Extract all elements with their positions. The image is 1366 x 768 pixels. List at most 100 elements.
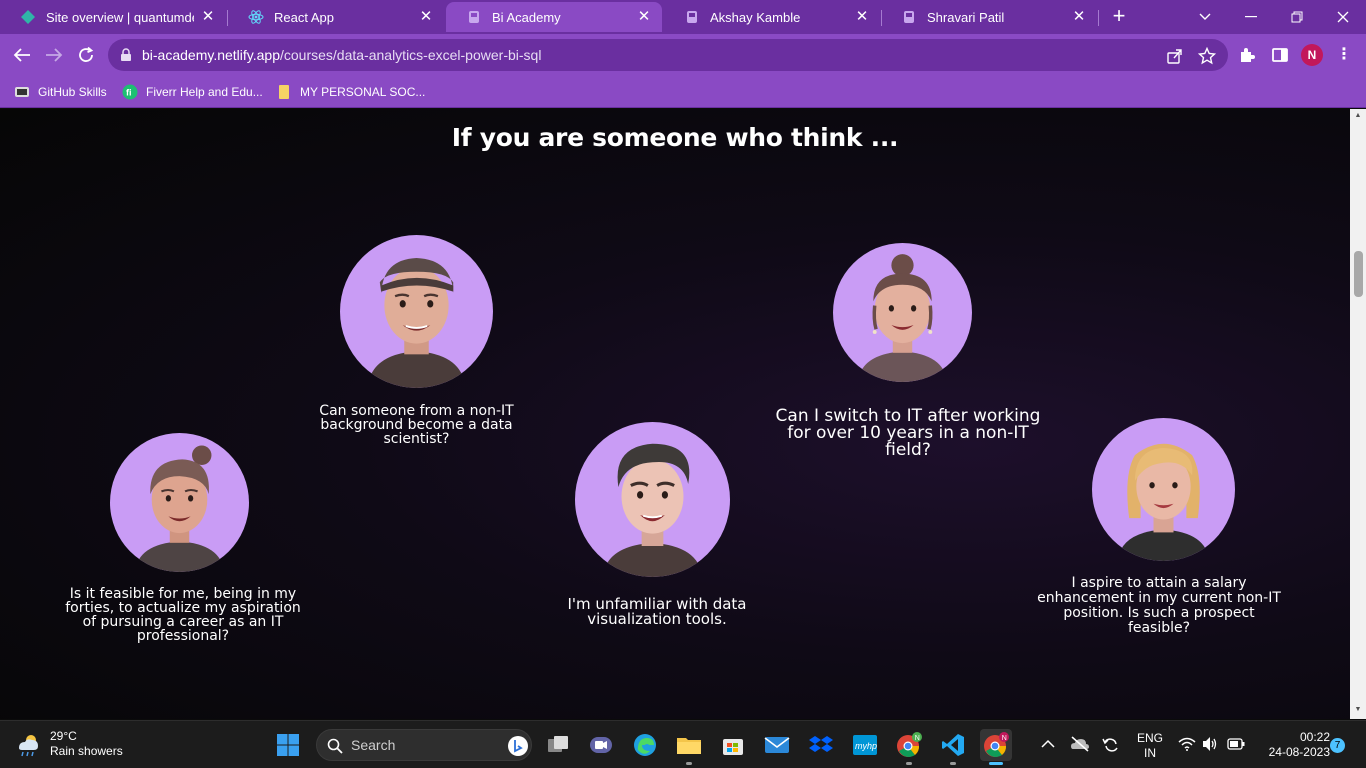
tab-title: React App (274, 9, 334, 25)
vscode-button[interactable] (937, 729, 969, 765)
arrow-left-icon (13, 48, 30, 62)
chevron-up-icon[interactable] (1041, 739, 1055, 749)
bookmark-label: GitHub Skills (38, 85, 107, 99)
bookmark-github-skills[interactable]: GitHub Skills (14, 82, 107, 102)
microsoft-store-button[interactable] (717, 729, 749, 761)
dropbox-icon (809, 736, 833, 752)
restore-button[interactable] (1284, 4, 1310, 30)
close-tab-icon[interactable]: ✕ (636, 9, 652, 25)
close-tab-icon[interactable]: ✕ (418, 9, 434, 25)
bookmarks-bar: GitHub Skills fi Fiverr Help and Edu... … (0, 76, 1366, 108)
edge-browser-button[interactable] (629, 729, 661, 761)
url-host: bi-academy.netlify.app (142, 47, 280, 63)
avatar-man-with-cap (340, 235, 493, 388)
folder-icon (677, 738, 701, 754)
folder-icon (279, 85, 289, 99)
mail-button[interactable] (761, 729, 793, 761)
tab-title: Bi Academy (492, 9, 561, 25)
new-tab-button[interactable]: + (1108, 5, 1130, 28)
star-bookmark-icon[interactable] (1198, 47, 1216, 65)
bookmark-label: MY PERSONAL SOC... (300, 85, 426, 99)
myhp-button[interactable]: myhp (849, 729, 881, 761)
close-tab-icon[interactable]: ✕ (1071, 9, 1087, 25)
url-path: /courses/data-analytics-excel-power-bi-s… (280, 47, 542, 63)
rain-cloud-icon (19, 735, 38, 757)
edge-icon (634, 734, 656, 756)
lock-icon[interactable] (120, 48, 132, 62)
teams-chat-button[interactable] (585, 729, 617, 761)
myhp-icon: myhp (853, 735, 877, 755)
avatar-man-with-topknot (110, 433, 249, 572)
tab-title: Akshay Kamble (710, 9, 801, 25)
tab-search-chevron-icon[interactable] (1192, 4, 1218, 30)
mail-icon (764, 737, 790, 753)
weather-widget[interactable]: 29°C Rain showers (14, 729, 123, 759)
bi-academy-icon (469, 11, 479, 23)
address-bar[interactable]: bi-academy.netlify.app/courses/data-anal… (108, 39, 1228, 71)
tab-react-app[interactable]: React App ✕ (228, 2, 444, 32)
tab-title: Site overview | quantumdesig (46, 9, 194, 25)
tab-bi-academy[interactable]: Bi Academy ✕ (446, 2, 662, 32)
reload-button[interactable] (74, 43, 98, 67)
windows-logo-icon (277, 734, 299, 756)
start-button[interactable] (272, 729, 304, 761)
taskbar-search-box[interactable]: Search (316, 729, 532, 761)
tab-separator (1098, 10, 1099, 26)
system-clock[interactable]: 00:22 24-08-2023 (1254, 730, 1330, 760)
lang-bottom: IN (1144, 746, 1156, 760)
volume-icon[interactable] (1201, 736, 1219, 752)
bi-academy-icon (904, 11, 914, 23)
scroll-up-arrow-icon[interactable]: ▲ (1354, 112, 1362, 119)
close-tab-icon[interactable]: ✕ (854, 9, 870, 25)
browser-menu-icon[interactable]: ⋮ (1336, 46, 1352, 64)
bookmark-label: Fiverr Help and Edu... (146, 85, 263, 99)
side-panel-icon[interactable] (1271, 46, 1289, 64)
forward-button[interactable] (42, 43, 66, 67)
extensions-puzzle-icon[interactable] (1238, 46, 1256, 64)
chrome-profile-button[interactable]: N (893, 729, 925, 765)
bookmark-personal-folder[interactable]: MY PERSONAL SOC... (276, 82, 425, 102)
scroll-down-arrow-icon[interactable]: ▼ (1354, 706, 1362, 713)
reload-icon (79, 46, 94, 62)
file-explorer-button[interactable] (673, 729, 705, 765)
close-window-button[interactable] (1330, 4, 1356, 30)
battery-icon[interactable] (1227, 738, 1245, 750)
chrome-icon: N (984, 732, 1009, 757)
dropbox-button[interactable] (805, 729, 837, 761)
share-icon[interactable] (1166, 47, 1184, 65)
onedrive-offline-icon[interactable] (1070, 736, 1090, 752)
avatar-young-man (575, 422, 730, 577)
task-view-button[interactable] (542, 729, 574, 761)
language-indicator[interactable]: ENG IN (1137, 731, 1163, 761)
task-view-icon (548, 736, 568, 752)
tab-strip: Site overview | quantumdesig ✕ React App… (0, 0, 1366, 34)
chrome-active-button[interactable]: N (980, 729, 1012, 765)
search-placeholder: Search (351, 737, 396, 753)
profile-avatar[interactable]: N (1301, 44, 1323, 66)
persona-quote: I aspire to attain a salary enhancement … (1037, 575, 1281, 636)
page-scrollbar[interactable]: ▲ ▼ (1350, 109, 1366, 719)
react-icon (248, 10, 264, 24)
browser-toolbar: bi-academy.netlify.app/courses/data-anal… (0, 34, 1366, 76)
weather-temp: 29°C (50, 729, 77, 743)
sync-icon[interactable] (1102, 736, 1120, 754)
arrow-right-icon (46, 48, 63, 62)
notification-badge[interactable]: 7 (1330, 738, 1345, 753)
bing-icon[interactable] (507, 735, 529, 757)
search-icon (327, 738, 343, 754)
minimize-button[interactable] (1238, 4, 1264, 30)
wifi-icon[interactable] (1178, 737, 1196, 751)
bookmark-fiverr[interactable]: fi Fiverr Help and Edu... (122, 82, 263, 102)
svg-text:fi: fi (126, 88, 132, 98)
windows-taskbar: 29°C Rain showers Search myhp N N ENG IN… (0, 720, 1366, 768)
svg-text:N: N (1002, 735, 1007, 742)
back-button[interactable] (10, 43, 34, 67)
tab-shravari-patil[interactable]: Shravari Patil ✕ (881, 2, 1097, 32)
tab-site-overview[interactable]: Site overview | quantumdesig ✕ (0, 2, 226, 32)
tab-akshay-kamble[interactable]: Akshay Kamble ✕ (664, 2, 880, 32)
vscode-icon (942, 734, 964, 756)
netlify-diamond-icon (21, 10, 35, 24)
scrollbar-thumb[interactable] (1354, 251, 1363, 297)
meet-video-icon (590, 737, 612, 753)
close-tab-icon[interactable]: ✕ (200, 9, 216, 25)
